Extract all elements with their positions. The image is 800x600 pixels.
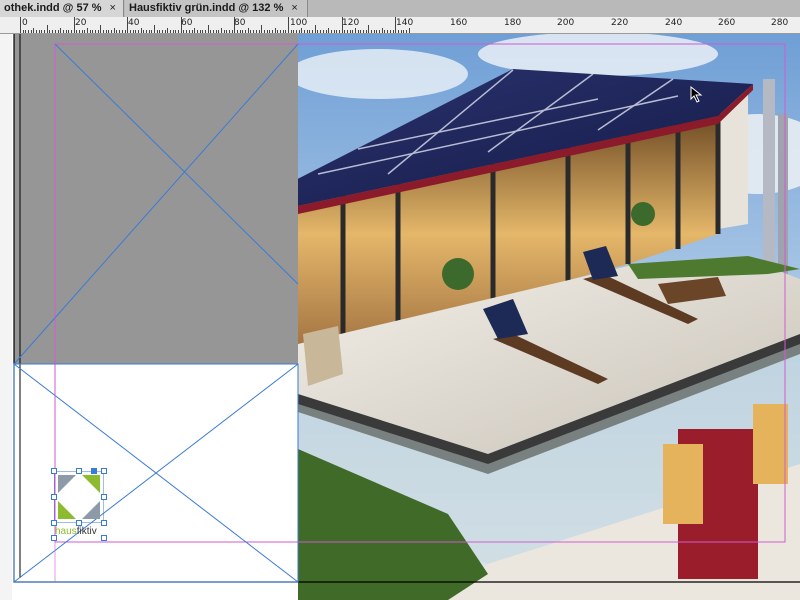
ruler-label: 220 (611, 18, 629, 28)
selection-handle[interactable] (51, 520, 57, 526)
close-icon[interactable]: × (291, 0, 297, 16)
logo-text-part1: haus (55, 526, 77, 537)
tab-label: othek.indd @ 57 % (4, 2, 102, 14)
selection-handle[interactable] (51, 535, 57, 541)
selected-frame-overlay[interactable] (14, 34, 298, 364)
house-photo (298, 34, 800, 600)
selection-handle[interactable] (101, 520, 107, 526)
selection-handle[interactable] (101, 468, 107, 474)
pasteboard (0, 34, 12, 600)
hausfiktiv-logo-icon (53, 470, 105, 524)
ruler-label: 180 (504, 18, 522, 28)
ruler-label: 120 (342, 18, 360, 28)
selection-handle[interactable] (51, 494, 57, 500)
ruler-label: 100 (290, 18, 308, 28)
ruler-label: 60 (181, 18, 193, 28)
ruler-label: 140 (396, 18, 414, 28)
tab-hausfiktiv-gruen[interactable]: Hausfiktiv grün.indd @ 132 % × (125, 0, 308, 17)
selection-handle[interactable] (91, 468, 97, 474)
selection-handle[interactable] (101, 494, 107, 500)
placed-image-frame[interactable] (298, 34, 800, 600)
ruler-label: 240 (665, 18, 683, 28)
mouse-cursor-icon (690, 86, 703, 103)
logo-frame[interactable]: hausfiktiv (51, 468, 107, 541)
ruler-label: 260 (718, 18, 736, 28)
ruler-label: 80 (234, 18, 246, 28)
ruler-label: 20 (75, 18, 87, 28)
document-tab-bar: othek.indd @ 57 % × Hausfiktiv grün.indd … (0, 0, 800, 18)
ruler-label: 160 (450, 18, 468, 28)
tab-label: Hausfiktiv grün.indd @ 132 % (129, 2, 284, 14)
selection-handle[interactable] (76, 468, 82, 474)
ruler-label: 280 (771, 18, 789, 28)
selection-handle[interactable] (101, 535, 107, 541)
tab-bibliothek[interactable]: othek.indd @ 57 % × (0, 0, 124, 17)
ruler-label: 200 (557, 18, 575, 28)
ruler-label: 0 (22, 18, 28, 28)
horizontal-ruler[interactable]: 0 20 40 60 80 100 120 140 160 180 200 22… (0, 17, 800, 34)
logo-text-part2: fiktiv (76, 526, 97, 537)
ruler-label: 40 (128, 18, 140, 28)
selection-handle[interactable] (51, 468, 57, 474)
logo-text: hausfiktiv (55, 526, 97, 537)
close-icon[interactable]: × (110, 0, 116, 16)
selection-handle[interactable] (76, 520, 82, 526)
document-canvas[interactable]: hausfiktiv (0, 34, 800, 600)
